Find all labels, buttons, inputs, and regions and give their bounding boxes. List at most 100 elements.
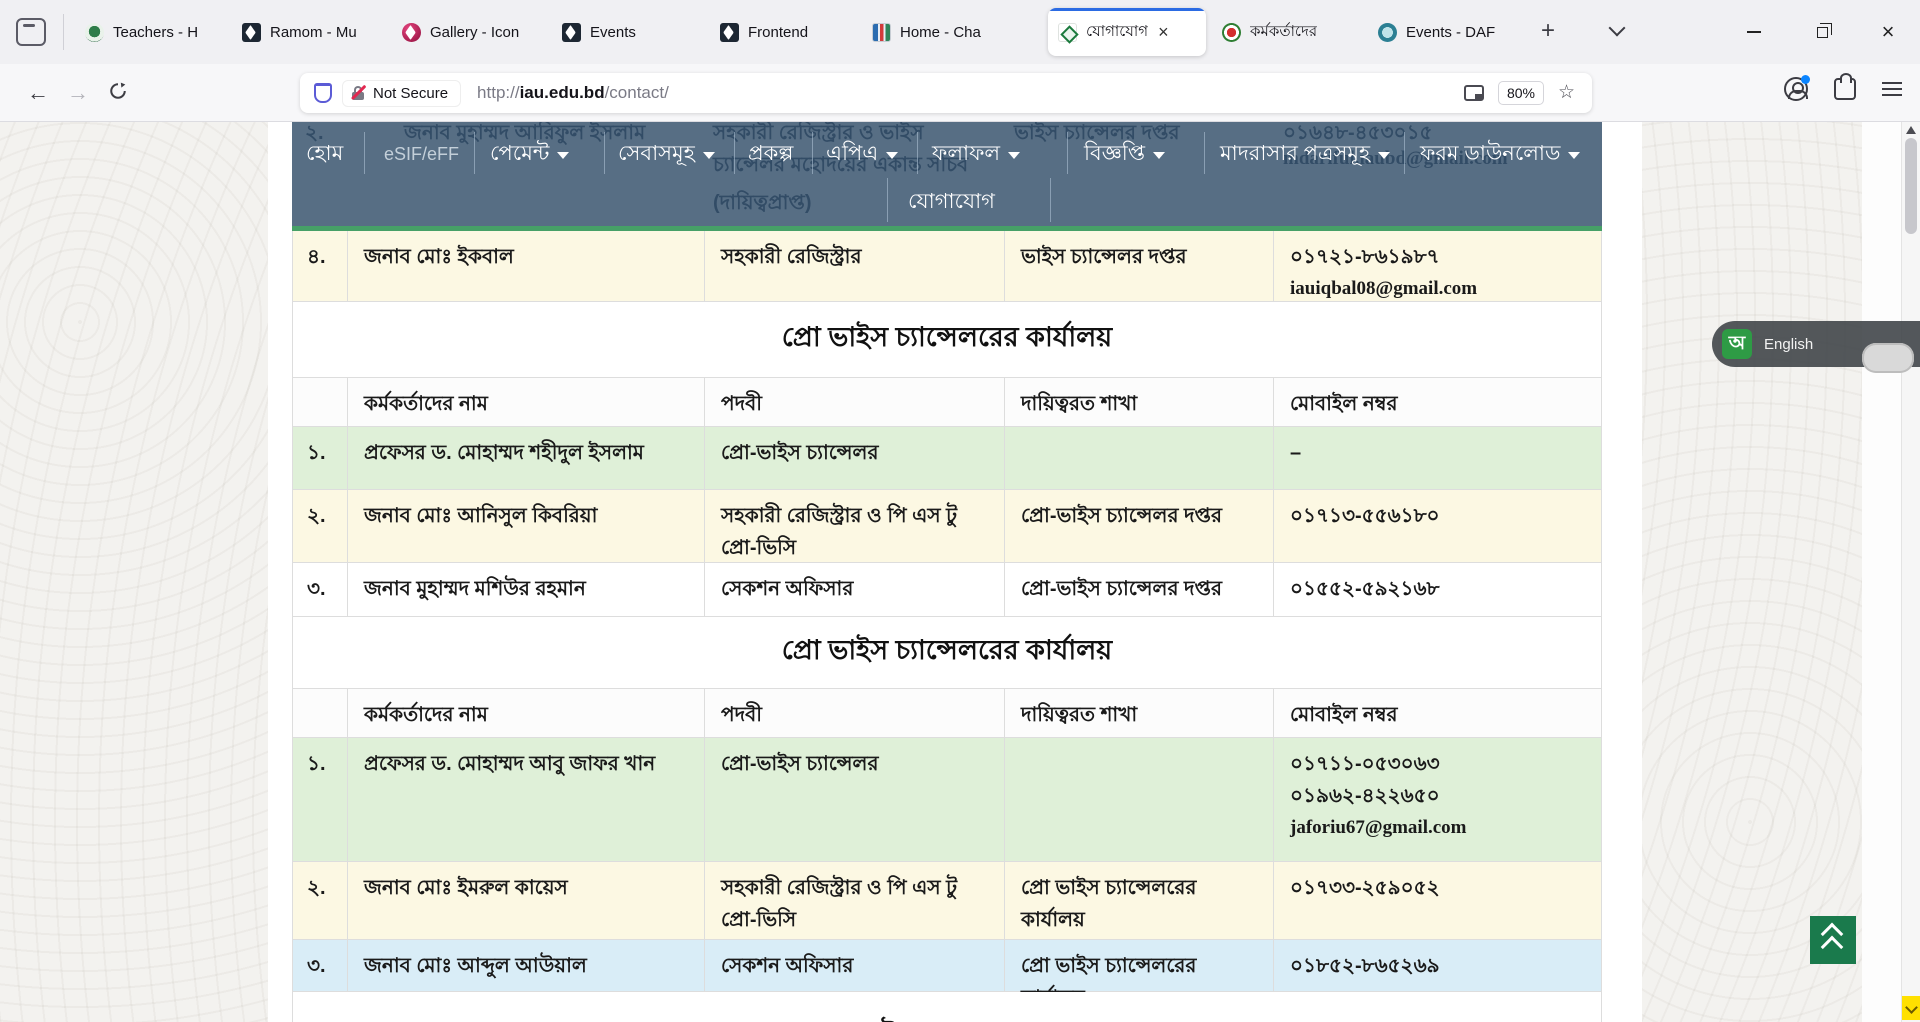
col-header-designation: পদবী — [705, 378, 1005, 426]
scrollbar-bottom-marker[interactable] — [1902, 996, 1920, 1020]
tab-label: Events - DAF — [1406, 24, 1495, 41]
extensions-icon[interactable] — [1834, 78, 1856, 100]
chevron-down-icon — [886, 152, 898, 159]
cell-name: জনাব মোঃ ইমরুল কায়েস — [348, 862, 705, 939]
tab-frontend[interactable]: Frontend — [710, 8, 860, 56]
table-header-row: কর্মকর্তাদের নাম পদবী দায়িত্বরত শাখা মো… — [292, 377, 1602, 427]
firefox-view-icon[interactable] — [16, 18, 46, 46]
tab-gallery[interactable]: Gallery - Icon — [392, 8, 550, 56]
cell-designation: সেকশন অফিসার — [705, 563, 1005, 616]
cell-branch: প্রো-ভাইস চ্যান্সেলর দপ্তর — [1005, 563, 1274, 616]
nav-item-esif[interactable]: eSIF/eFF — [384, 136, 459, 172]
cell-designation: প্রো-ভাইস চ্যান্সেলর — [705, 738, 1005, 861]
scrollbar-thumb[interactable] — [1905, 138, 1917, 234]
list-all-tabs-button[interactable] — [1604, 22, 1630, 42]
chevron-down-icon — [1008, 152, 1020, 159]
nav-item-results[interactable]: ফলাফল — [932, 136, 1020, 172]
nav-separator — [1404, 132, 1405, 174]
nav-item-notices[interactable]: বিজ্ঞপ্তি — [1084, 136, 1165, 172]
tab-favicon-building-icon — [872, 23, 891, 42]
window-minimize-button[interactable] — [1726, 0, 1782, 64]
cell-name: জনাব মোঃ ইকবাল — [348, 231, 705, 305]
email-text: iauiqbal08@gmail.com — [1290, 273, 1587, 305]
scroll-to-top-button[interactable] — [1810, 916, 1856, 964]
table-row: ১. প্রফেসর ড. মোহাম্মদ শহীদুল ইসলাম প্রো… — [292, 427, 1602, 490]
nav-item-home[interactable]: হোম — [306, 136, 343, 172]
right-white-column — [1862, 122, 1902, 1022]
lock-crossed-icon — [351, 86, 365, 100]
bookmark-star-icon[interactable]: ☆ — [1558, 83, 1578, 103]
col-header-designation: পদবী — [705, 689, 1005, 737]
cell-designation: প্রো-ভাইস চ্যান্সেলর — [705, 427, 1005, 489]
next-section-partial: ট্রেজারার দপ্তর — [292, 992, 1602, 1022]
page-scrollbar[interactable] — [1901, 122, 1920, 1022]
col-header-branch: দায়িত্বরত শাখা — [1005, 378, 1274, 426]
tab-contact-active[interactable]: যোগাযোগ × — [1048, 8, 1206, 56]
reload-button[interactable] — [102, 77, 134, 109]
tab-close-icon[interactable]: × — [1158, 23, 1169, 41]
cell-branch — [1005, 427, 1274, 489]
email-text: jaforiu67@gmail.com — [1290, 812, 1587, 844]
zoom-level-badge[interactable]: 80% — [1498, 81, 1544, 105]
tab-favicon-cap-icon — [720, 23, 739, 42]
new-tab-button[interactable]: + — [1532, 16, 1564, 48]
chevron-down-icon — [703, 152, 715, 159]
close-icon: × — [1882, 21, 1895, 43]
nav-item-projects[interactable]: প্রকল্প — [748, 136, 793, 172]
address-bar[interactable]: Not Secure http://iau.edu.bd/contact/ 80… — [300, 73, 1592, 113]
cell-serial: ১. — [293, 738, 348, 861]
tab-officials[interactable]: কর্মকর্তাদের — [1212, 8, 1362, 56]
nav-item-contact[interactable]: যোগাযোগ — [908, 184, 995, 220]
tab-favicon-cap-icon — [402, 23, 421, 42]
picture-in-picture-icon[interactable] — [1464, 85, 1484, 101]
cell-mobile: ০১৫৫২-৫৯২১৬৮ — [1274, 563, 1603, 616]
tab-favicon-roundel-icon — [1222, 23, 1241, 42]
tab-label: যোগাযোগ — [1086, 20, 1148, 45]
chevron-down-icon — [1609, 20, 1626, 37]
tab-label: Gallery - Icon — [430, 24, 519, 41]
account-icon[interactable] — [1784, 77, 1808, 101]
tab-events[interactable]: Events — [552, 8, 707, 56]
not-secure-chip[interactable]: Not Secure — [342, 80, 461, 107]
nav-item-apa[interactable]: এপিএ — [826, 136, 898, 172]
cell-mobile: – — [1274, 427, 1603, 489]
section-title-clipped: ট্রেজারার দপ্তর — [293, 1006, 1601, 1022]
nav-separator — [734, 132, 735, 174]
table-row: ৩. জনাব মুহাম্মদ মশিউর রহমান সেকশন অফিসা… — [292, 563, 1602, 617]
tab-teachers[interactable]: Teachers - H — [75, 8, 228, 56]
forward-button[interactable]: → — [62, 77, 94, 109]
restore-icon — [1817, 27, 1828, 38]
url-text[interactable]: http://iau.edu.bd/contact/ — [477, 83, 669, 103]
section-title: প্রো ভাইস চ্যান্সেলরের কার্যালয় — [292, 302, 1602, 377]
nav-separator — [474, 132, 475, 174]
cursor-blob — [1862, 343, 1914, 373]
reload-icon — [109, 82, 127, 100]
translate-widget[interactable]: অ English — [1712, 321, 1920, 367]
table-row: ১. প্রফেসর ড. মোহাম্মদ আবু জাফর খান প্রো… — [292, 738, 1602, 862]
nav-item-payment[interactable]: পেমেন্ট — [490, 136, 569, 172]
nav-separator — [917, 132, 918, 174]
tab-ramom[interactable]: Ramom - Mu — [232, 8, 390, 56]
cell-name: জনাব মোঃ আনিসুল কিবরিয়া — [348, 490, 705, 564]
cell-serial: ১. — [293, 427, 348, 489]
nav-item-madrasah-letters[interactable]: মাদরাসার পত্রসমূহ — [1220, 136, 1390, 172]
window-close-button[interactable]: × — [1860, 0, 1916, 64]
cell-serial: ২. — [293, 862, 348, 939]
col-header-name: কর্মকর্তাদের নাম — [348, 378, 705, 426]
scrollbar-up-arrow[interactable] — [1906, 126, 1916, 134]
nav-separator — [604, 132, 605, 174]
nav-item-services[interactable]: সেবাসমূহ — [618, 136, 715, 172]
col-header-branch: দায়িত্বরত শাখা — [1005, 689, 1274, 737]
nav-item-form-download[interactable]: ফরম ডাউনলোড — [1420, 136, 1580, 172]
tab-home[interactable]: Home - Cha — [862, 8, 1042, 56]
menu-hamburger-icon[interactable] — [1882, 82, 1902, 96]
shield-icon[interactable] — [314, 83, 332, 103]
back-button[interactable]: ← — [22, 77, 54, 109]
tab-label: Events — [590, 24, 636, 41]
tab-favicon-crest-icon — [85, 23, 104, 42]
tab-events-daf[interactable]: Events - DAF — [1368, 8, 1518, 56]
cell-branch: প্রো ভাইস চ্যান্সেলরের কার্যালয় — [1005, 862, 1274, 939]
window-restore-button[interactable] — [1794, 0, 1850, 64]
chevron-down-icon — [1568, 152, 1580, 159]
cell-branch: ভাইস চ্যান্সেলর দপ্তর — [1005, 231, 1274, 305]
